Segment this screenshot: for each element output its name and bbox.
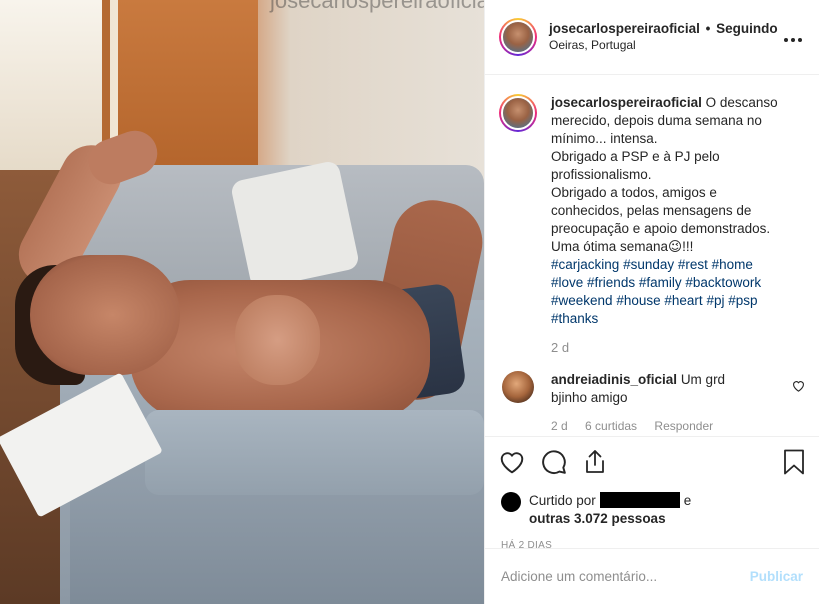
comment-meta: 2 d 6 curtidas Responder bbox=[551, 419, 805, 433]
hashtag-link[interactable]: #home bbox=[712, 257, 753, 272]
caption: josecarlospereiraoficial O descanso mere… bbox=[499, 94, 805, 328]
hashtag-link[interactable]: #carjacking bbox=[551, 257, 619, 272]
photo-watermark: josecarlospereiraoficial bbox=[270, 0, 484, 13]
caption-age[interactable]: 2 d bbox=[551, 340, 805, 355]
likes-summary: Curtido por e outras 3.072 pessoas bbox=[499, 492, 805, 528]
post-actions: Curtido por e outras 3.072 pessoas HÁ 2 D… bbox=[485, 436, 819, 551]
photo-head bbox=[30, 255, 180, 375]
comment-bubble-icon[interactable] bbox=[541, 449, 567, 475]
post-location[interactable]: Oeiras, Portugal bbox=[549, 37, 783, 54]
comment-reply-button[interactable]: Responder bbox=[654, 419, 713, 433]
hashtag-link[interactable]: #friends bbox=[587, 275, 635, 290]
commenter-avatar[interactable] bbox=[502, 371, 534, 403]
liked-by-prefix: Curtido por bbox=[529, 493, 596, 508]
hashtag-link[interactable]: #heart bbox=[664, 293, 702, 308]
caption-text: josecarlospereiraoficial O descanso mere… bbox=[551, 94, 781, 328]
bookmark-icon[interactable] bbox=[783, 449, 805, 475]
comment-age[interactable]: 2 d bbox=[551, 419, 568, 433]
caption-username[interactable]: josecarlospereiraoficial bbox=[551, 95, 702, 110]
caption-line: Obrigado a PSP e à PJ pelo profissionali… bbox=[551, 149, 720, 182]
comment-likes-count[interactable]: 6 curtidas bbox=[585, 419, 637, 433]
hashtag-link[interactable]: #thanks bbox=[551, 311, 598, 326]
like-heart-icon[interactable] bbox=[499, 450, 525, 474]
post-side-panel: josecarlospereiraoficial • Seguindo Oeir… bbox=[484, 0, 819, 604]
comment-like-heart-icon[interactable] bbox=[792, 379, 805, 397]
caption-author-avatar[interactable] bbox=[499, 94, 537, 132]
caption-line: Obrigado a todos, amigos e conhecidos, p… bbox=[551, 185, 771, 236]
redacted-liker-name bbox=[599, 492, 680, 508]
author-username[interactable]: josecarlospereiraoficial bbox=[549, 21, 700, 36]
hashtag-link[interactable]: #psp bbox=[728, 293, 757, 308]
comment-text: andreiadinis_oficial Um grd bjinho amigo bbox=[551, 371, 761, 407]
photo-hand bbox=[235, 295, 320, 385]
liked-by-conjunction: e bbox=[683, 493, 692, 508]
action-icons bbox=[499, 449, 805, 475]
share-icon[interactable] bbox=[583, 449, 607, 475]
hashtag-link[interactable]: #love bbox=[551, 275, 583, 290]
follow-status-button[interactable]: Seguindo bbox=[716, 21, 778, 36]
likes-others-link[interactable]: outras 3.072 pessoas bbox=[529, 511, 666, 526]
hashtag-link[interactable]: #rest bbox=[678, 257, 708, 272]
hashtag-link[interactable]: #backtowork bbox=[685, 275, 761, 290]
ellipsis-icon[interactable] bbox=[783, 27, 803, 48]
comment-input[interactable] bbox=[501, 569, 750, 584]
instagram-post: josecarlospereiraoficial josecarlosperei… bbox=[0, 0, 819, 604]
caption-line: Uma ótima semana😉!!! bbox=[551, 239, 694, 254]
publish-button[interactable]: Publicar bbox=[750, 569, 803, 584]
hashtag-link[interactable]: #sunday bbox=[623, 257, 674, 272]
author-avatar[interactable] bbox=[499, 18, 537, 56]
post-header: josecarlospereiraoficial • Seguindo Oeir… bbox=[485, 0, 819, 75]
add-comment-bar: Publicar bbox=[485, 548, 819, 604]
hashtag-link[interactable]: #family bbox=[639, 275, 682, 290]
commenter-username[interactable]: andreiadinis_oficial bbox=[551, 372, 677, 387]
comments-list[interactable]: josecarlospereiraoficial O descanso mere… bbox=[485, 76, 819, 435]
comment-item: andreiadinis_oficial Um grd bjinho amigo bbox=[499, 371, 805, 407]
hashtag-link[interactable]: #pj bbox=[706, 293, 724, 308]
header-text: josecarlospereiraoficial • Seguindo Oeir… bbox=[549, 20, 783, 54]
photo-pillow bbox=[229, 159, 361, 291]
liker-avatar[interactable] bbox=[501, 492, 521, 512]
header-separator: • bbox=[705, 21, 711, 36]
post-photo[interactable]: josecarlospereiraoficial bbox=[0, 0, 484, 604]
hashtag-link[interactable]: #weekend bbox=[551, 293, 613, 308]
hashtag-link[interactable]: #house bbox=[616, 293, 660, 308]
photo-cushion bbox=[145, 410, 484, 495]
